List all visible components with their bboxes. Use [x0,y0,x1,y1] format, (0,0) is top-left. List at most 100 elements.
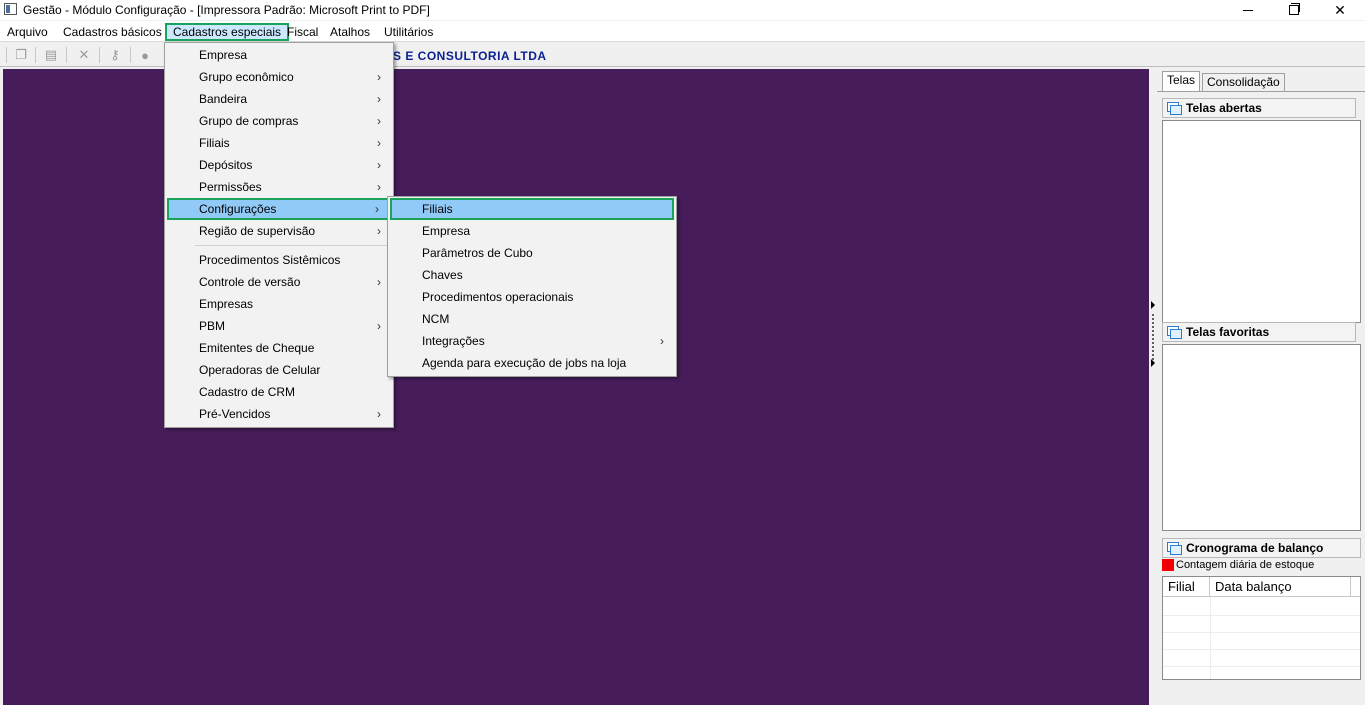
menu-item-label: PBM [199,319,226,333]
menu-item-empresa[interactable]: Empresa [167,44,391,66]
chevron-right-icon: › [377,224,381,238]
record-button[interactable]: ● [136,46,154,64]
copy-icon: ❐ [15,47,27,62]
cadastros-especiais-menu: Empresa Grupo econômico › Bandeira › Grupo… [164,42,394,428]
delete-icon: ✕ [78,47,90,62]
column-header-data-balanco[interactable]: Data balanço [1210,577,1351,597]
title-bar: Gestão - Módulo Configuração - [Impresso… [0,0,1365,20]
menu-item-label: Grupo de compras [199,114,299,128]
windows-icon [1167,102,1182,115]
menu-item-grupo-economico[interactable]: Grupo econômico › [167,66,391,88]
grid-line [1163,649,1360,650]
menu-separator [195,245,387,246]
menu-item-pbm[interactable]: PBM › [167,315,391,337]
cronograma-header: Cronograma de balanço [1162,538,1361,558]
column-header-filial[interactable]: Filial [1163,577,1210,597]
telas-favoritas-list[interactable] [1162,344,1361,531]
collapse-arrow-icon[interactable] [1151,301,1155,309]
close-icon: ✕ [1334,1,1346,18]
close-button[interactable]: ✕ [1317,0,1363,20]
legend-label: Contagem diária de estoque [1176,559,1315,571]
maximize-button[interactable] [1271,0,1317,20]
menu-item-label: Chaves [422,268,463,282]
grip-icon [1151,313,1155,365]
toolbar-separator [99,47,100,63]
configuracoes-submenu: Filiais Empresa Parâmetros de Cubo Chave… [387,196,677,377]
submenu-item-ncm[interactable]: NCM [390,308,674,330]
menu-item-label: Empresa [199,48,248,62]
tab-telas[interactable]: Telas [1162,71,1201,91]
menu-item-label: Agenda para execução de jobs na loja [422,356,627,370]
submenu-item-procedimentos-operacionais[interactable]: Procedimentos operacionais [390,286,674,308]
cronograma-grid[interactable]: Filial Data balanço [1162,576,1361,680]
menu-item-label: Configurações [199,202,277,216]
key-button[interactable]: ⚷ [106,46,124,64]
menu-item-configuracoes[interactable]: Configurações › [167,198,389,220]
telas-abertas-header: Telas abertas [1162,98,1356,118]
menu-item-label: Procedimentos operacionais [422,290,574,304]
submenu-item-chaves[interactable]: Chaves [390,264,674,286]
menu-item-bandeira[interactable]: Bandeira › [167,88,391,110]
menu-item-label: Controle de versão [199,275,301,289]
menu-item-label: Grupo econômico [199,70,294,84]
menu-item-label: Operadoras de Celular [199,363,321,377]
menu-item-depositos[interactable]: Depósitos › [167,154,391,176]
menu-item-label: Região de supervisão [199,224,316,238]
minimize-button[interactable] [1225,0,1271,20]
chevron-right-icon: › [660,334,664,348]
copy-button[interactable]: ❐ [12,46,30,64]
menu-item-filiais[interactable]: Filiais › [167,132,391,154]
menu-item-emitentes-de-cheque[interactable]: Emitentes de Cheque [167,337,391,359]
submenu-item-parametros-de-cubo[interactable]: Parâmetros de Cubo [390,242,674,264]
telas-favoritas-title: Telas favoritas [1186,325,1270,339]
submenu-item-empresa[interactable]: Empresa [390,220,674,242]
tab-consolidacao[interactable]: Consolidação [1202,73,1285,91]
menu-item-label: Empresas [199,297,254,311]
grid-line [1210,597,1211,679]
company-banner: S E CONSULTORIA LTDA [393,49,547,63]
cronograma-title: Cronograma de balanço [1186,541,1324,555]
menu-item-permissoes[interactable]: Permissões › [167,176,391,198]
menu-cadastros-especiais[interactable]: Cadastros especiais [165,23,290,41]
menu-item-label: Parâmetros de Cubo [422,246,533,260]
panel-splitter[interactable] [1149,69,1157,705]
menu-item-procedimentos-sistemicos[interactable]: Procedimentos Sistêmicos [167,249,391,271]
toolbar-separator [130,47,131,63]
menu-item-empresas[interactable]: Empresas [167,293,391,315]
menu-item-label: Permissões [199,180,262,194]
telas-abertas-list[interactable] [1162,120,1361,323]
menu-item-regiao-de-supervisao[interactable]: Região de supervisão › [167,220,391,242]
menu-bar: Arquivo Cadastros básicos Cadastros espe… [0,21,1365,42]
menu-cadastros-basicos[interactable]: Cadastros básicos [57,23,168,41]
menu-arquivo[interactable]: Arquivo [1,23,54,41]
telas-favoritas-header: Telas favoritas [1162,322,1356,342]
toolbar-separator [35,47,36,63]
windows-icon [1167,542,1182,555]
legend-swatch [1162,559,1174,571]
menu-utilitarios[interactable]: Utilitários [378,23,439,41]
menu-item-operadoras-de-celular[interactable]: Operadoras de Celular [167,359,391,381]
expand-arrow-icon[interactable] [1151,359,1155,367]
submenu-item-filiais[interactable]: Filiais [390,198,674,220]
grid-header: Filial Data balanço [1163,577,1360,597]
chevron-right-icon: › [377,319,381,333]
window-title: Gestão - Módulo Configuração - [Impresso… [23,3,430,17]
toolbar-separator [66,47,67,63]
menu-item-label: Procedimentos Sistêmicos [199,253,341,267]
menu-fiscal[interactable]: Fiscal [281,23,324,41]
menu-item-label: Depósitos [199,158,253,172]
submenu-item-integracoes[interactable]: Integrações › [390,330,674,352]
menu-atalhos[interactable]: Atalhos [324,23,376,41]
delete-button[interactable]: ✕ [75,46,93,64]
menu-item-pre-vencidos[interactable]: Pré-Vencidos › [167,403,391,425]
toolbar-separator [6,47,7,63]
menu-item-grupo-de-compras[interactable]: Grupo de compras › [167,110,391,132]
menu-item-controle-de-versao[interactable]: Controle de versão › [167,271,391,293]
chevron-right-icon: › [377,180,381,194]
record-icon: ● [141,47,149,63]
submenu-item-agenda-jobs-loja[interactable]: Agenda para execução de jobs na loja [390,352,674,374]
menu-item-cadastro-de-crm[interactable]: Cadastro de CRM [167,381,391,403]
paste-button[interactable]: ▤ [42,46,60,64]
chevron-right-icon: › [377,275,381,289]
chevron-right-icon: › [377,92,381,106]
